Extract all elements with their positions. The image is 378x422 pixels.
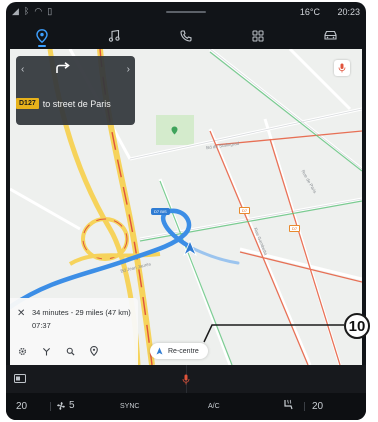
callout-leader-line (203, 324, 344, 343)
callout-number: 10 (344, 313, 370, 339)
